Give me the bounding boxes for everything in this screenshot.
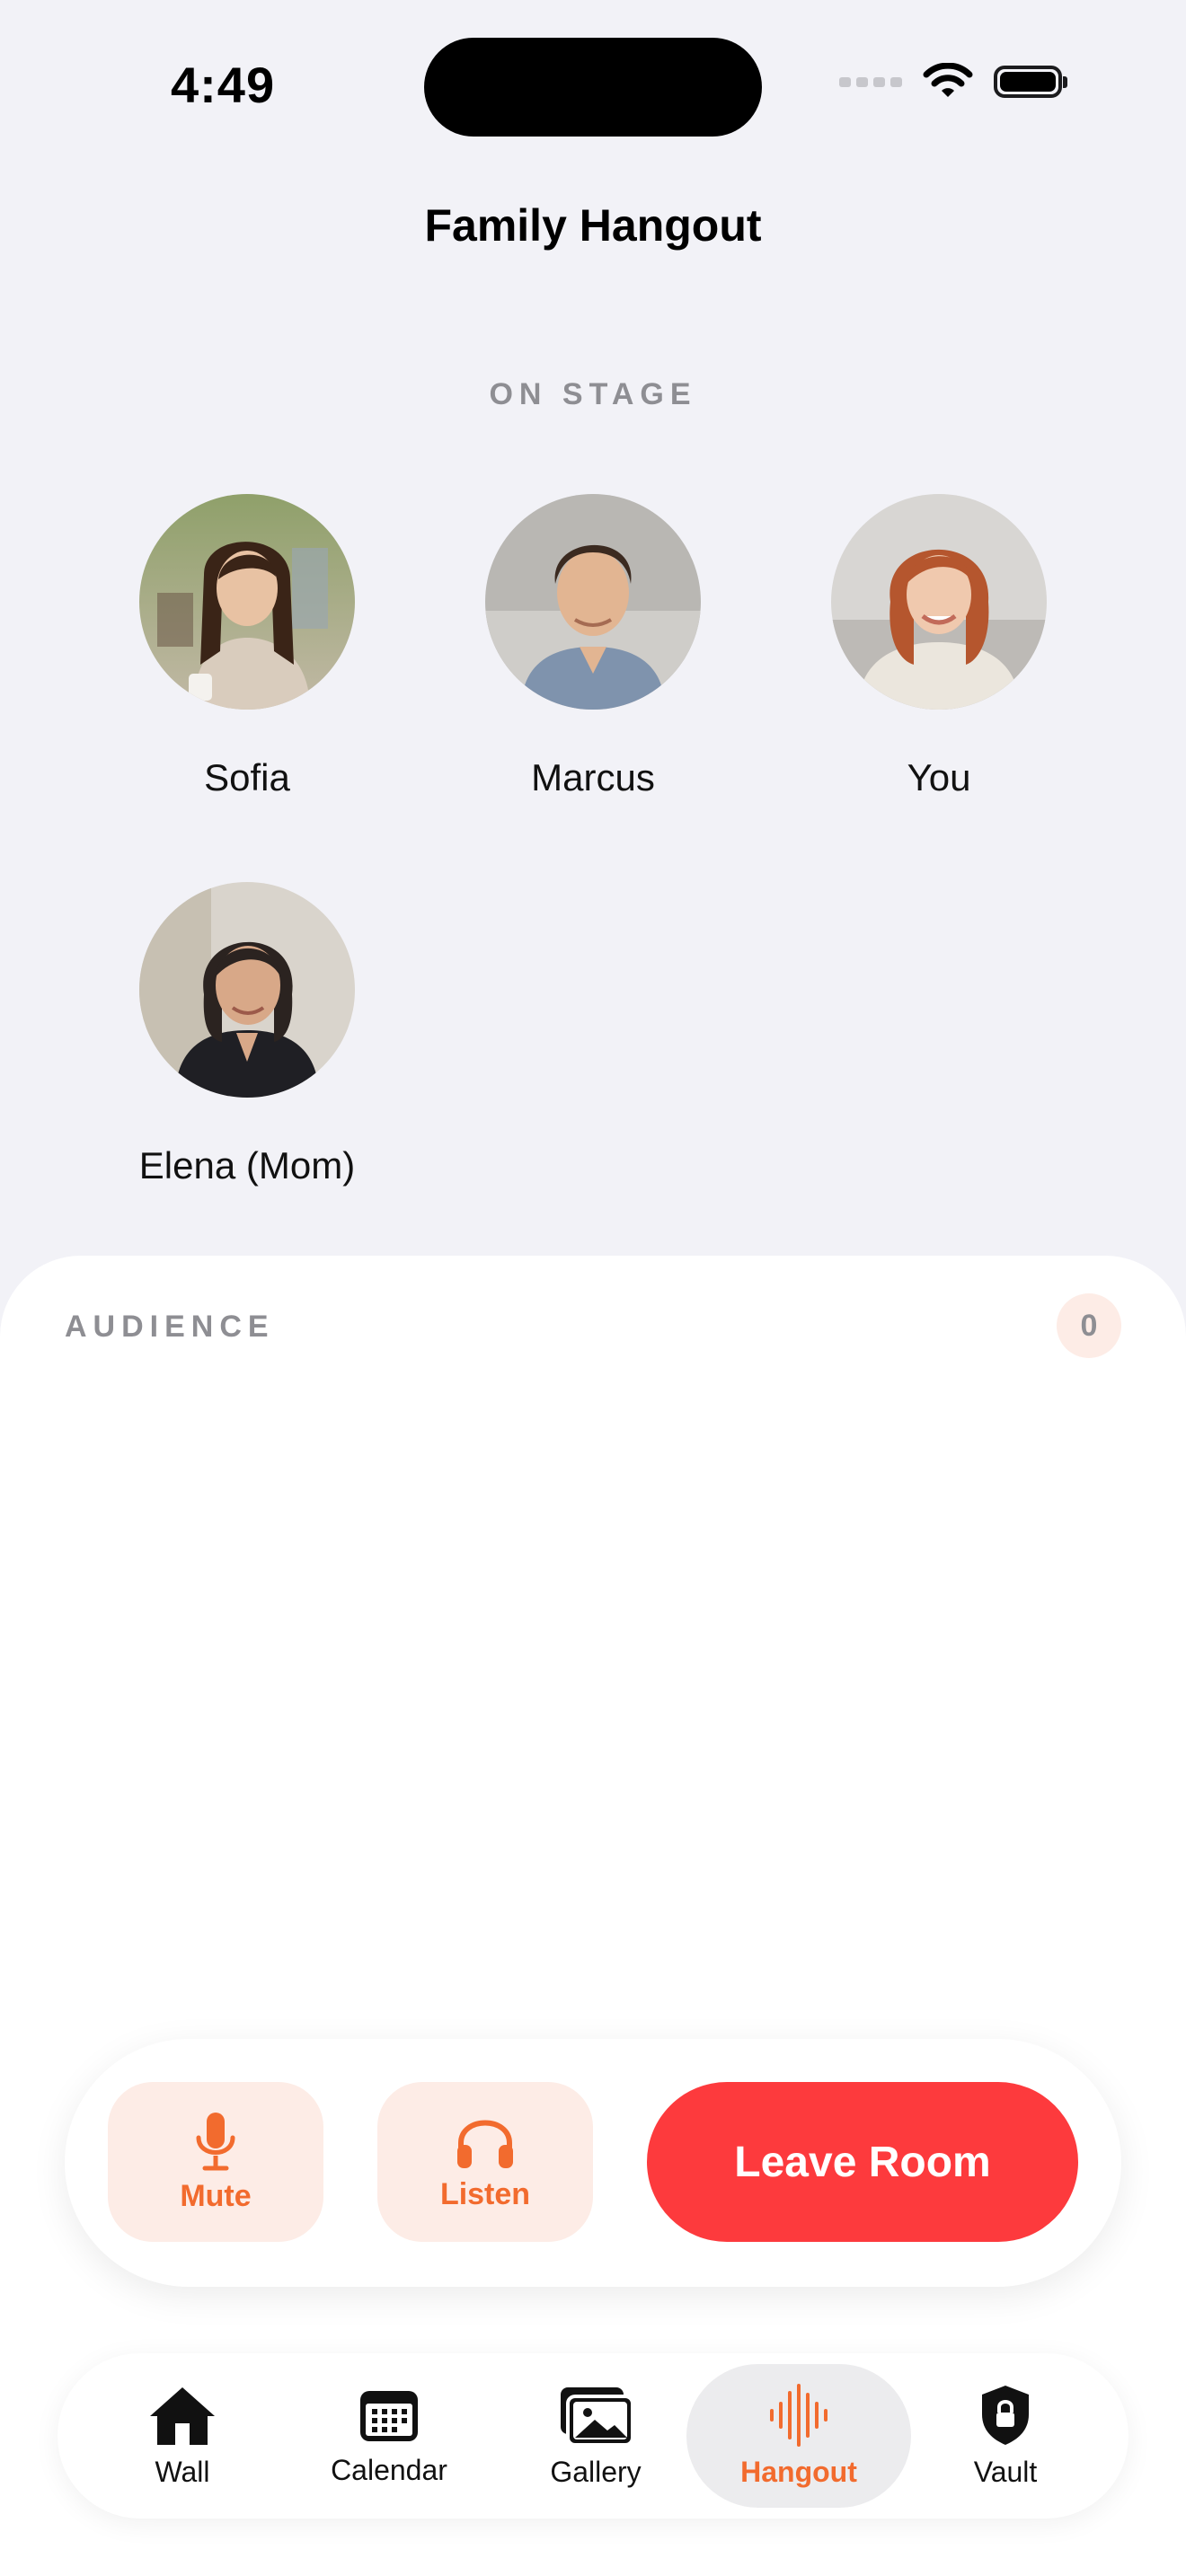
mute-button[interactable]: Mute	[108, 2082, 323, 2242]
tab-label: Hangout	[740, 2455, 857, 2488]
waveform-icon	[770, 2383, 828, 2447]
battery-icon	[994, 66, 1067, 98]
avatar	[485, 494, 701, 710]
member-name: Sofia	[204, 756, 290, 798]
tab-wall[interactable]: Wall	[70, 2364, 295, 2508]
member-name: Elena (Mom)	[138, 1144, 356, 1187]
tab-label: Vault	[973, 2455, 1038, 2488]
tab-vault[interactable]: Vault	[893, 2364, 1118, 2508]
stage-member-elena[interactable]: Elena (Mom)	[99, 882, 395, 1187]
status-indicators	[839, 63, 1067, 101]
listen-button[interactable]: Listen	[377, 2082, 593, 2242]
cellular-signal-icon	[839, 76, 902, 87]
leave-room-button[interactable]: Leave Room	[647, 2082, 1078, 2242]
tab-gallery[interactable]: Gallery	[483, 2364, 708, 2508]
stage-member-marcus[interactable]: Marcus	[445, 494, 741, 799]
tab-hangout[interactable]: Hangout	[686, 2364, 911, 2508]
tab-bar: Wall Calendar Gallery Hangout Vault	[58, 2353, 1128, 2519]
avatar	[831, 494, 1047, 710]
wifi-icon	[923, 63, 973, 97]
member-name: Marcus	[531, 756, 655, 798]
page-title: Family Hangout	[424, 200, 762, 251]
house-icon	[150, 2386, 215, 2445]
room-controls: Mute Listen Leave Room	[65, 2039, 1121, 2287]
tab-label: Gallery	[550, 2455, 642, 2488]
headphones-icon	[457, 2120, 513, 2168]
audience-label: AUDIENCE	[65, 1310, 275, 1344]
tab-label: Wall	[155, 2455, 210, 2488]
status-time: 4:49	[171, 57, 276, 113]
mute-label: Mute	[180, 2178, 252, 2213]
avatar	[139, 882, 355, 1098]
on-stage-label: ON STAGE	[489, 377, 697, 411]
member-name: You	[907, 756, 971, 798]
listen-label: Listen	[439, 2176, 531, 2211]
audience-count-badge: 0	[1057, 1293, 1121, 1358]
avatar	[139, 494, 355, 710]
dynamic-island	[424, 38, 762, 137]
microphone-icon	[196, 2112, 235, 2170]
lock-shield-icon	[982, 2385, 1029, 2445]
photos-icon	[561, 2386, 634, 2447]
stage-member-sofia[interactable]: Sofia	[99, 494, 395, 799]
stage-member-you[interactable]: You	[791, 494, 1087, 799]
tab-calendar[interactable]: Calendar	[277, 2364, 501, 2508]
tab-label: Calendar	[331, 2453, 447, 2486]
calendar-icon	[360, 2390, 418, 2441]
